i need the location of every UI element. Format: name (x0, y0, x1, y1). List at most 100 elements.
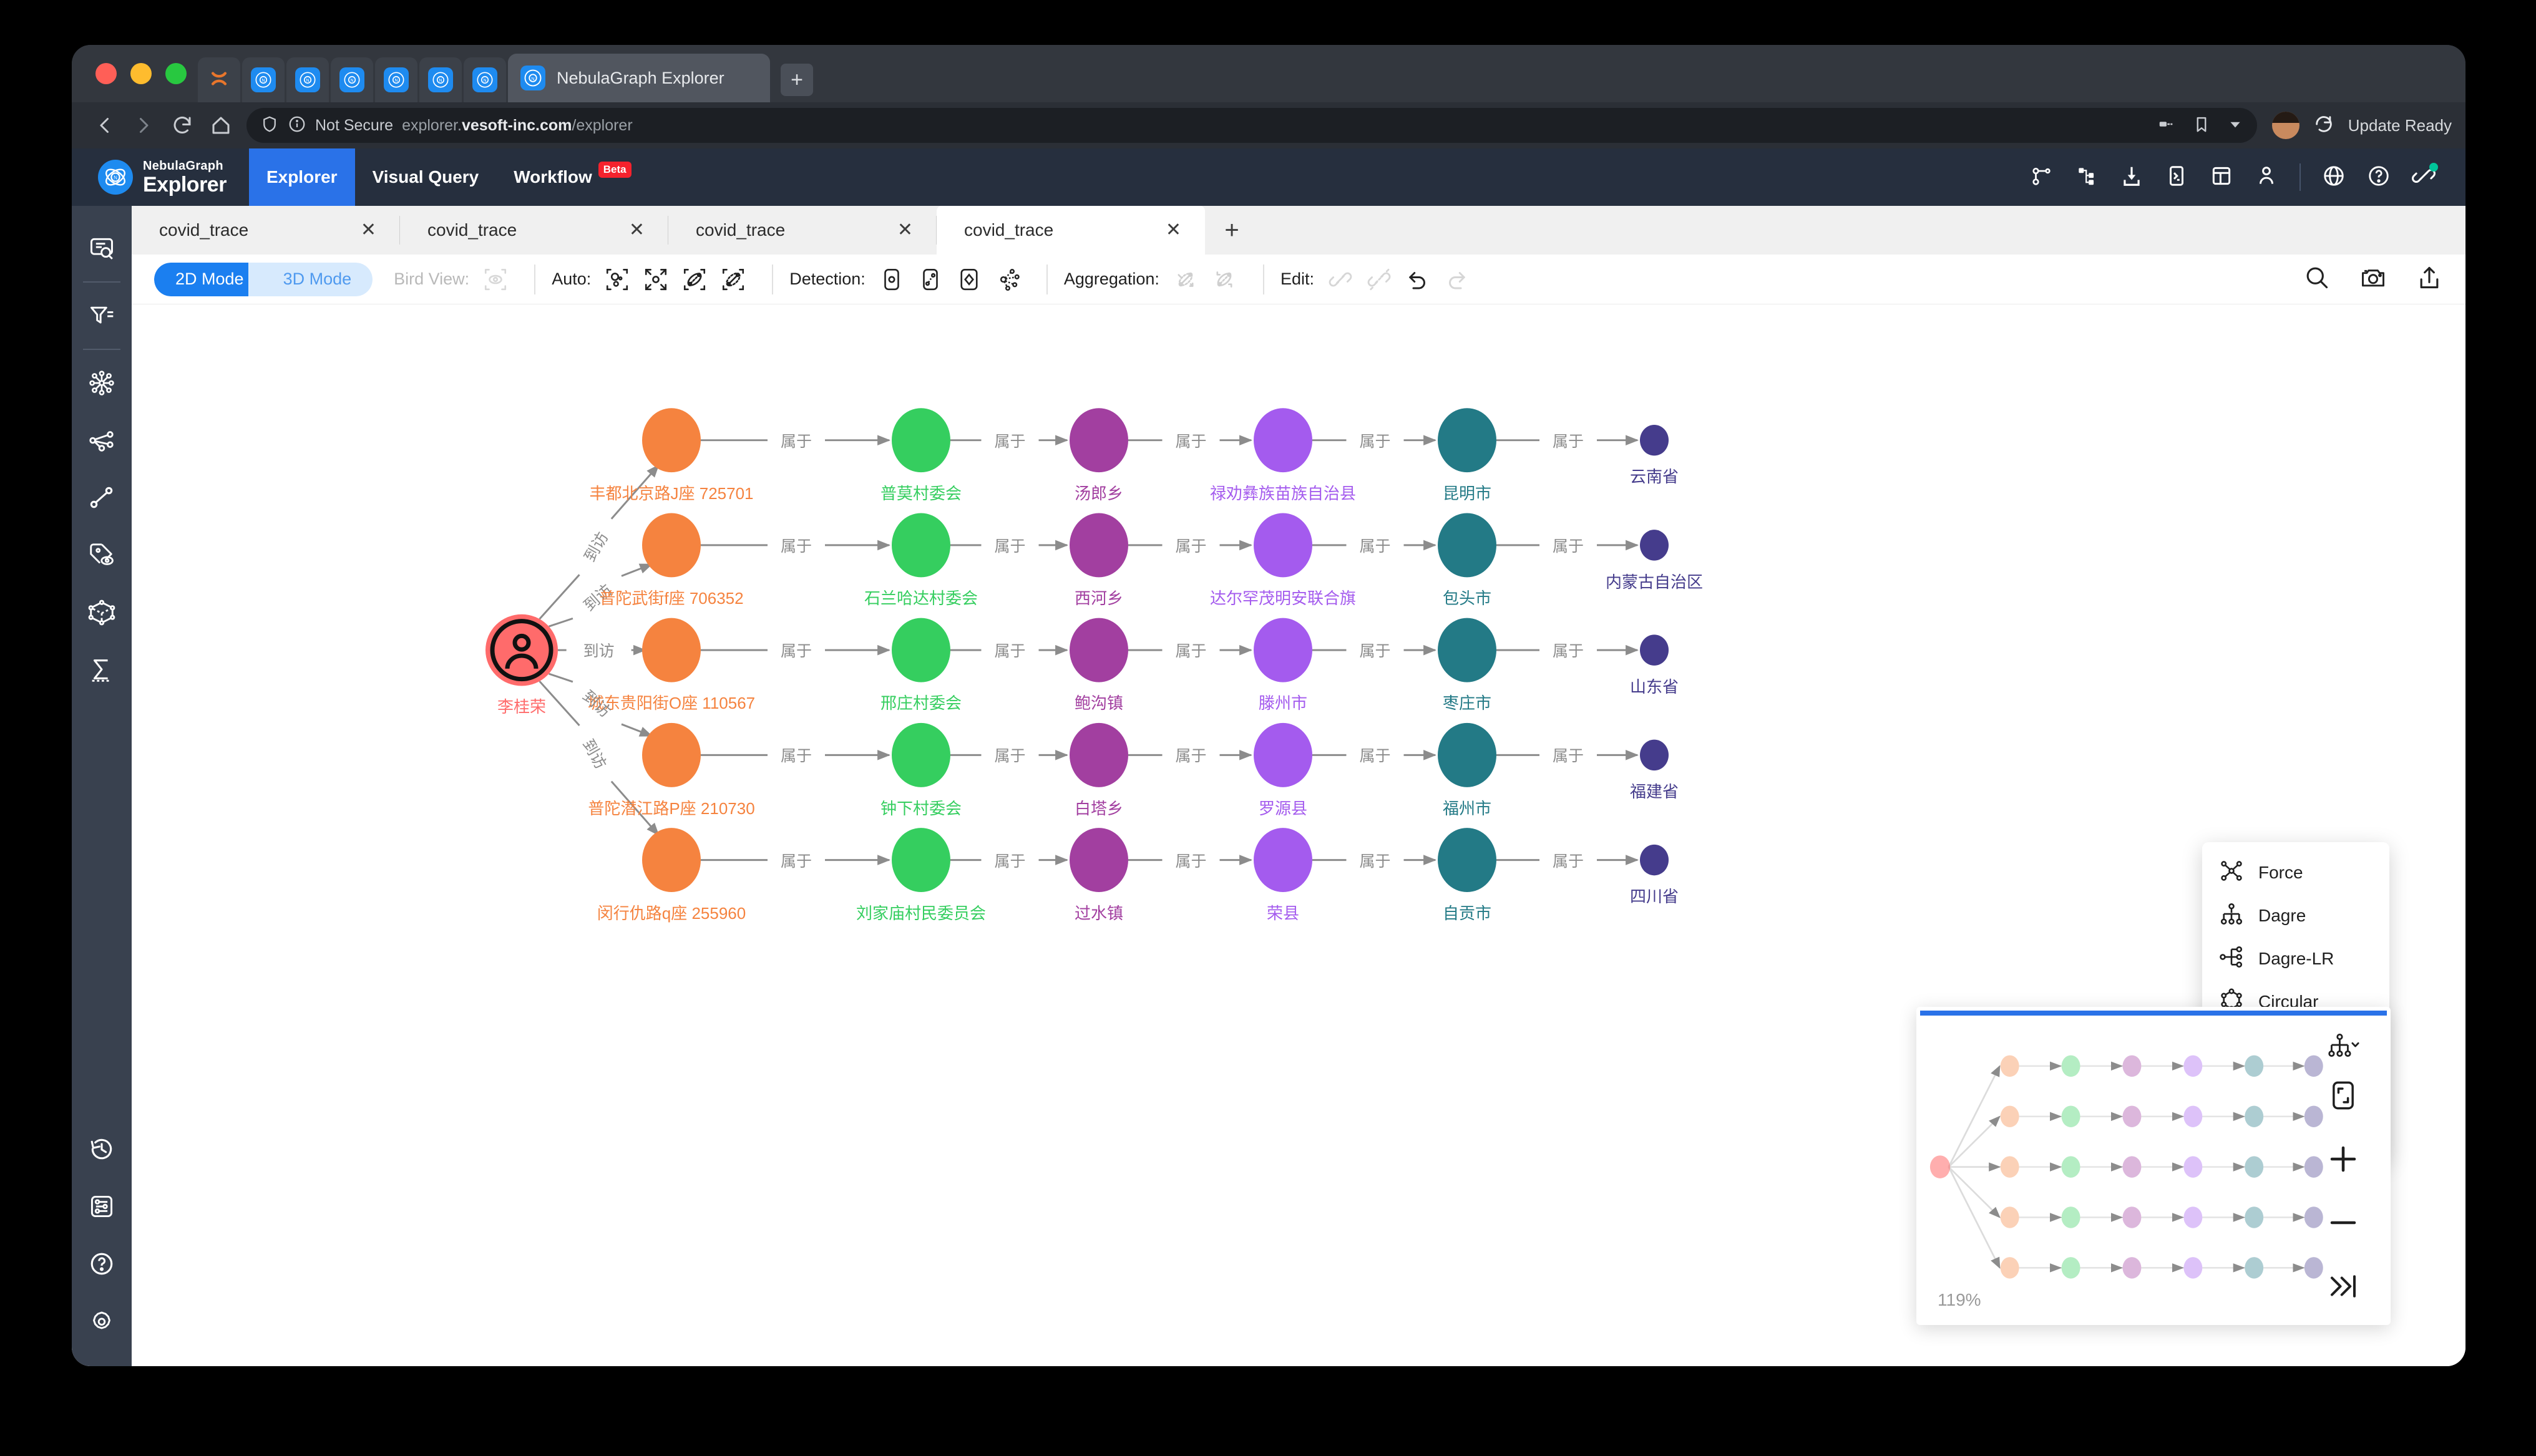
graph-tab-active[interactable]: covid_trace ✕ (937, 206, 1205, 255)
help-circle-icon[interactable] (80, 1242, 124, 1286)
layout-option-dagre-lr[interactable]: Dagre-LR (2202, 937, 2389, 980)
graph-node-county[interactable] (1254, 828, 1312, 893)
graph-node-province[interactable] (1640, 530, 1669, 561)
aggregate-sum-icon[interactable] (80, 648, 124, 692)
dashboard-icon[interactable] (2210, 164, 2233, 191)
close-icon[interactable]: ✕ (897, 221, 913, 240)
nav-workflow[interactable]: Workflow Beta (496, 148, 648, 206)
help-icon[interactable] (2367, 164, 2391, 191)
user-icon[interactable] (2255, 164, 2278, 191)
auto-edge-select-icon[interactable] (678, 263, 711, 296)
query-card-icon[interactable] (80, 226, 124, 270)
graph-schema-icon[interactable] (2030, 164, 2054, 191)
graph-node-town[interactable] (1070, 722, 1128, 787)
tree-schema-icon[interactable] (2075, 164, 2099, 191)
graph-node-town[interactable] (1070, 828, 1128, 893)
browser-tab-inactive[interactable]: N (375, 57, 417, 102)
settings-sliders-icon[interactable] (80, 1185, 124, 1228)
maximize-window-button[interactable] (165, 63, 187, 84)
graph-node-province[interactable] (1640, 424, 1669, 456)
graph-node-county[interactable] (1254, 408, 1312, 473)
auto-collapse-icon[interactable] (640, 263, 672, 296)
graph-node-county[interactable] (1254, 722, 1312, 787)
graph-node-village[interactable] (892, 722, 950, 787)
mode-3d-button[interactable]: 3D Mode (248, 262, 373, 296)
graph-node-village[interactable] (892, 408, 950, 473)
redo-icon[interactable] (1440, 263, 1473, 296)
graph-node-address[interactable] (642, 722, 701, 787)
browser-tab-inactive[interactable]: N (419, 57, 462, 102)
browser-tab-inactive[interactable]: N (331, 57, 373, 102)
zoom-out-icon[interactable] (2318, 1198, 2368, 1248)
minimap-panel[interactable]: 119% (1916, 1007, 2391, 1325)
detect-cluster-icon[interactable] (992, 263, 1024, 296)
back-icon[interactable] (85, 106, 124, 145)
fit-view-icon[interactable] (2318, 1070, 2368, 1120)
graph-node-town[interactable] (1070, 513, 1128, 578)
graph-tab[interactable]: covid_trace ✕ (132, 206, 400, 255)
url-input[interactable]: Not Secure explorer.vesoft-inc.com/explo… (246, 108, 2257, 143)
close-window-button[interactable] (95, 63, 117, 84)
graph-node-town[interactable] (1070, 408, 1128, 473)
graph-node-province[interactable] (1640, 739, 1669, 771)
home-icon[interactable] (202, 106, 240, 145)
detect-cycle-icon[interactable] (953, 263, 985, 296)
update-icon[interactable] (2313, 114, 2334, 138)
graph-node-address[interactable] (642, 513, 701, 578)
graph-node-city[interactable] (1438, 618, 1496, 682)
gear-icon[interactable] (80, 1299, 124, 1343)
graph-node-county[interactable] (1254, 618, 1312, 682)
layout-dropdown-icon[interactable] (2318, 1021, 2368, 1070)
graph-node-town[interactable] (1070, 618, 1128, 682)
new-browser-tab-button[interactable]: + (781, 64, 813, 96)
edge-icon[interactable] (80, 476, 124, 520)
graph-node-city[interactable] (1438, 513, 1496, 578)
browser-tab-inactive[interactable]: N (286, 57, 329, 102)
aggregate-expand-icon[interactable] (1208, 263, 1241, 296)
graph-node-address[interactable] (642, 828, 701, 893)
chevron-down-icon[interactable] (2227, 116, 2243, 135)
path-share-icon[interactable] (80, 419, 124, 462)
forward-icon[interactable] (124, 106, 163, 145)
nav-explorer[interactable]: Explorer (248, 148, 355, 206)
info-icon[interactable] (288, 115, 306, 137)
graph-node-address[interactable] (642, 618, 701, 682)
language-globe-icon[interactable] (2322, 164, 2346, 191)
import-icon[interactable] (2120, 164, 2143, 191)
bird-view-eye-icon[interactable] (479, 263, 512, 296)
minimize-window-button[interactable] (130, 63, 152, 84)
key-icon[interactable] (2157, 115, 2176, 137)
detect-path-icon[interactable] (914, 263, 947, 296)
camera-icon[interactable] (2359, 264, 2387, 294)
graph-node-province[interactable] (1640, 634, 1669, 666)
graph-node-city[interactable] (1438, 408, 1496, 473)
layout-option-dagre[interactable]: Dagre (2202, 894, 2389, 937)
avatar[interactable] (2271, 112, 2299, 139)
close-icon[interactable]: ✕ (629, 221, 645, 240)
connection-status-icon[interactable] (2412, 162, 2438, 191)
auto-select-nodes-icon[interactable] (601, 263, 633, 296)
collapse-panel-icon[interactable] (2318, 1261, 2368, 1311)
browser-tab-inactive[interactable]: N (464, 57, 506, 102)
expand-graph-icon[interactable] (80, 361, 124, 405)
update-ready-label[interactable]: Update Ready (2348, 116, 2452, 135)
zoom-in-icon[interactable] (2318, 1134, 2368, 1184)
browser-tab-inactive[interactable] (198, 57, 240, 102)
add-graph-tab-button[interactable]: + (1205, 206, 1259, 255)
browser-tab-inactive[interactable]: N (242, 57, 285, 102)
link-icon[interactable] (1324, 263, 1357, 296)
auto-edge-dashed-icon[interactable] (717, 263, 749, 296)
unlink-icon[interactable] (1363, 263, 1395, 296)
graph-node-city[interactable] (1438, 722, 1496, 787)
search-icon[interactable] (2303, 264, 2331, 294)
history-icon[interactable] (80, 1127, 124, 1171)
aggregate-collapse-icon[interactable] (1169, 263, 1202, 296)
tag-visibility-icon[interactable] (80, 533, 124, 577)
graph-node-village[interactable] (892, 828, 950, 893)
browser-tab-active[interactable]: N NebulaGraph Explorer (508, 54, 770, 102)
graph-tab[interactable]: covid_trace ✕ (668, 206, 937, 255)
graph-node-city[interactable] (1438, 828, 1496, 893)
subgraph-icon[interactable] (80, 591, 124, 634)
console-icon[interactable] (2165, 164, 2188, 191)
detect-node-icon[interactable] (875, 263, 908, 296)
